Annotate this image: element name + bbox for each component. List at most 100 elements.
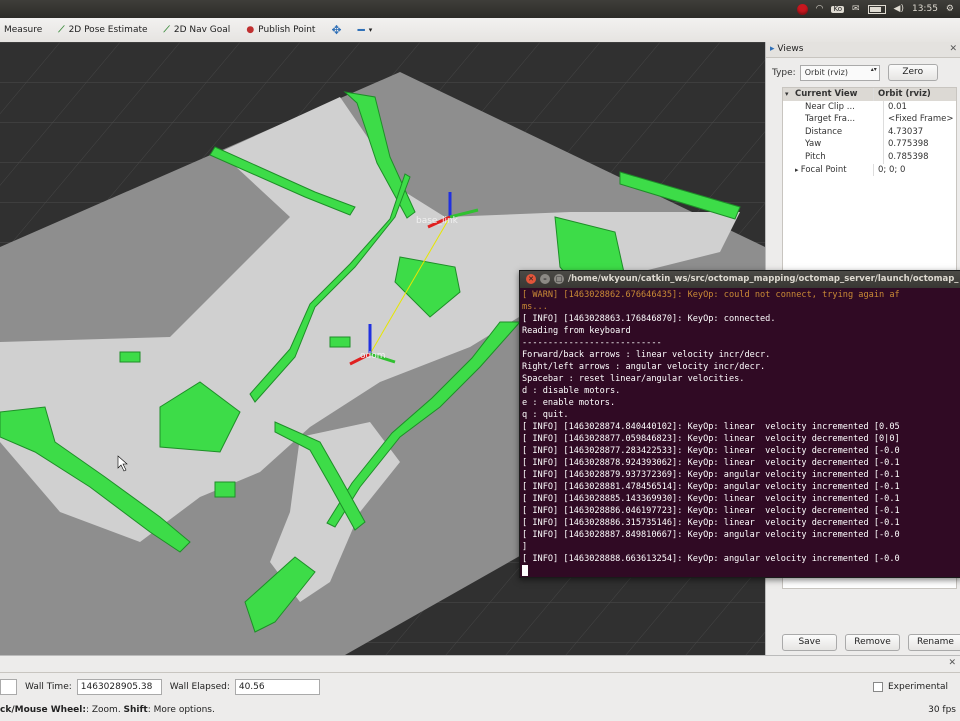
view-type-value: Orbit (rviz) (804, 67, 848, 77)
terminal-line: q : quit. (522, 410, 569, 420)
terminal-line: [ INFO] [1463028886.046197723]: KeyOp: l… (522, 506, 900, 516)
property-value[interactable]: 0.785398 (883, 150, 956, 164)
publish-point-label: Publish Point (258, 25, 316, 35)
wall-time-label: Wall Time: (25, 682, 72, 692)
property-value[interactable]: 4.73037 (883, 125, 956, 139)
terminal-line: [ INFO] [1463028879.937372369]: KeyOp: a… (522, 470, 900, 480)
terminal-line: d : disable motors. (522, 386, 621, 396)
current-view-value: Orbit (rviz) (873, 88, 956, 101)
maximize-window-icon[interactable]: □ (554, 274, 564, 284)
plus-icon: ✥ (331, 23, 342, 37)
terminal-line: ] (522, 542, 528, 552)
rename-button[interactable]: Rename (908, 634, 960, 651)
property-row[interactable]: Distance 4.73037 (783, 125, 956, 139)
terminal-line: [ WARN] [1463028862.676646435]: KeyOp: c… (522, 290, 900, 300)
close-icon[interactable]: ✕ (949, 42, 957, 57)
property-value[interactable]: <Fixed Frame> (883, 113, 956, 126)
minus-icon: ━ (357, 23, 365, 37)
pose-estimate-label: 2D Pose Estimate (68, 25, 148, 35)
battery-icon[interactable] (867, 4, 886, 14)
property-key: ▸ Focal Point (795, 164, 847, 175)
save-button[interactable]: Save (782, 634, 837, 651)
terminal-output[interactable]: [ WARN] [1463028862.676646435]: KeyOp: c… (520, 288, 960, 577)
experimental-checkbox-row[interactable]: Experimental (872, 682, 948, 692)
rviz-toolbar: Measure ⟋ 2D Pose Estimate ⟋ 2D Nav Goal… (0, 18, 960, 43)
terminal-line: [ INFO] [1463028863.176846870]: KeyOp: c… (522, 314, 776, 324)
gear-icon[interactable]: ⚙ (946, 4, 954, 14)
views-panel-buttons: Save Remove Rename (782, 634, 960, 651)
terminal-cursor (522, 565, 528, 576)
green-arrow-icon: ⟋ (163, 25, 170, 35)
measure-tool-button[interactable]: Measure (0, 18, 50, 42)
zero-button[interactable]: Zero (887, 64, 938, 81)
wall-time-field[interactable]: 1463028905.38 (76, 679, 162, 695)
views-panel-title: ▸ Views ✕ (766, 42, 960, 58)
property-key: Yaw (805, 139, 822, 150)
mail-icon[interactable]: ✉ (852, 4, 860, 14)
type-label: Type: (772, 67, 796, 78)
experimental-checkbox[interactable] (872, 682, 883, 692)
terminal-line: [ INFO] [1463028886.315735146]: KeyOp: l… (522, 518, 900, 528)
terminal-line: [ INFO] [1463028874.840440102]: KeyOp: l… (522, 422, 900, 432)
hint-text-zoom: : Zoom. (85, 705, 124, 715)
nav-goal-tool-button[interactable]: ⟋ 2D Nav Goal (156, 18, 239, 42)
terminal-line: --------------------------- (522, 338, 662, 348)
wall-elapsed-field[interactable]: 40.56 (234, 679, 320, 695)
terminal-title-bar[interactable]: ✕ – □ /home/wkyoun/catkin_ws/src/octomap… (520, 271, 960, 288)
hint-key-shift: Shift (123, 705, 148, 715)
terminal-line: [ INFO] [1463028878.924393062]: KeyOp: l… (522, 458, 900, 468)
current-view-row[interactable]: ▾ Current View Orbit (rviz) (783, 88, 956, 101)
expand-icon[interactable]: ▾ (785, 88, 789, 101)
nav-goal-label: 2D Nav Goal (173, 25, 231, 35)
view-type-row: Type: Orbit (rviz) Zero (766, 58, 960, 87)
volume-icon[interactable]: ◀) (894, 4, 904, 14)
clock[interactable]: 13:55 (912, 4, 938, 14)
terminal-line: [ INFO] [1463028881.478456514]: KeyOp: a… (522, 482, 900, 492)
terminal-line: [ INFO] [1463028885.143369930]: KeyOp: l… (522, 494, 900, 504)
terminal-line: [ INFO] [1463028887.849810667]: KeyOp: a… (522, 530, 900, 540)
terminal-line: Reading from keyboard (522, 326, 631, 336)
property-value[interactable]: 0.775398 (883, 138, 956, 151)
close-window-icon[interactable]: ✕ (526, 274, 536, 284)
property-value[interactable]: 0.01 (883, 100, 956, 114)
terminal-cursor-line (522, 565, 959, 577)
time-panel-header: ✕ (0, 656, 960, 673)
terminal-title: /home/wkyoun/catkin_ws/src/octomap_mappi… (568, 274, 959, 284)
property-row[interactable]: ▸ Focal Point 0; 0; 0 (783, 163, 956, 177)
property-row[interactable]: Target Fra... <Fixed Frame> (783, 113, 956, 126)
views-title: Views (777, 44, 804, 54)
hint-text-shift: : More options. (147, 705, 215, 715)
close-icon[interactable]: ✕ (948, 658, 956, 668)
measure-tool-label: Measure (4, 25, 43, 35)
property-key: Target Fra... (805, 114, 856, 125)
property-key: Pitch (805, 151, 826, 162)
remove-button[interactable]: Remove (845, 634, 900, 651)
current-view-key: ▾ Current View (785, 88, 858, 101)
publish-point-tool-button[interactable]: ● Publish Point (238, 18, 323, 42)
remove-tool-button[interactable]: ━ ▾ (350, 18, 381, 42)
property-row[interactable]: Near Clip ... 0.01 (783, 100, 956, 114)
keyboard-indicator[interactable]: Ko (831, 5, 844, 13)
pose-estimate-tool-button[interactable]: ⟋ 2D Pose Estimate (50, 18, 155, 42)
system-top-bar: ◠ Ko ✉ ◀) 13:55 ⚙ (0, 0, 960, 18)
property-row[interactable]: Yaw 0.775398 (783, 138, 956, 151)
record-icon[interactable] (796, 3, 808, 15)
terminal-line: [ INFO] [1463028877.059846823]: KeyOp: l… (522, 434, 900, 444)
wifi-icon[interactable]: ◠ (816, 4, 824, 14)
ros-elapsed-field[interactable] (0, 679, 17, 695)
add-tool-button[interactable]: ✥ (323, 18, 349, 42)
terminal-line: Forward/back arrows : linear velocity in… (522, 350, 771, 360)
minimize-window-icon[interactable]: – (540, 274, 550, 284)
view-type-select[interactable]: Orbit (rviz) (799, 64, 880, 81)
terminal-line: [ INFO] [1463028888.663613254]: KeyOp: a… (522, 554, 900, 564)
frame-label-base-link: base_link (416, 216, 459, 226)
terminal-window[interactable]: ✕ – □ /home/wkyoun/catkin_ws/src/octomap… (519, 270, 960, 578)
property-row[interactable]: Pitch 0.785398 (783, 150, 956, 164)
property-value[interactable]: 0; 0; 0 (873, 163, 956, 177)
system-tray: ◠ Ko ✉ ◀) 13:55 ⚙ (796, 0, 960, 18)
fps-counter: 30 fps (928, 705, 956, 715)
terminal-line: Right/left arrows : angular velocity inc… (522, 362, 766, 372)
green-arrow-icon: ⟋ (58, 25, 65, 35)
frame-label-odom: odom (360, 351, 386, 361)
property-key: Distance (805, 126, 843, 137)
